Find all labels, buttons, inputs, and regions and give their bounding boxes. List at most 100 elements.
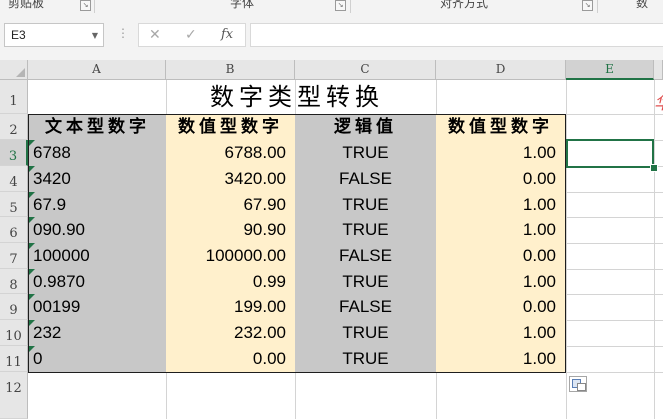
cell-logic-value[interactable]: TRUE bbox=[295, 140, 437, 167]
column-header-c[interactable]: C bbox=[295, 60, 436, 80]
cell-text-number[interactable]: 100000 bbox=[28, 243, 167, 270]
ribbon-group-labels: 剪贴板 ↘ 字体 ↘ 对齐方式 ↘ 数 bbox=[0, 0, 663, 14]
cell-numeric-number[interactable]: 232.00 bbox=[166, 320, 296, 347]
error-indicator-icon bbox=[29, 192, 35, 198]
cell-text-number[interactable]: 3420 bbox=[28, 166, 167, 193]
overflow-cell-text: 华 bbox=[654, 89, 663, 114]
row-header-4[interactable]: 4 bbox=[0, 166, 28, 192]
cell-result-number[interactable]: 1.00 bbox=[436, 192, 566, 218]
cell-text-number[interactable]: 6788 bbox=[28, 140, 167, 167]
insert-function-button[interactable]: fx bbox=[221, 27, 233, 42]
cell-text-number[interactable]: 090.90 bbox=[28, 217, 167, 244]
paste-options-icon[interactable] bbox=[569, 376, 587, 392]
sheet-title[interactable]: 数字类型转换 bbox=[28, 80, 566, 114]
formula-input[interactable] bbox=[250, 23, 663, 47]
cell-value: 090.90 bbox=[33, 220, 85, 239]
cell-logic-value[interactable]: FALSE bbox=[295, 243, 437, 270]
select-all-button[interactable] bbox=[0, 60, 28, 80]
chevron-down-icon[interactable]: ▼ bbox=[92, 31, 98, 40]
cell-text-number[interactable]: 0 bbox=[28, 346, 167, 373]
formula-actions: ✕ ✓ fx bbox=[138, 23, 246, 47]
gridline bbox=[566, 243, 663, 244]
row-header-2[interactable]: 2 bbox=[0, 114, 28, 140]
cell-text-number[interactable]: 232 bbox=[28, 320, 167, 347]
header-numeric-number[interactable]: 数值型数字 bbox=[166, 114, 296, 141]
cell-logic-value[interactable]: FALSE bbox=[295, 166, 437, 193]
gridline bbox=[566, 294, 663, 295]
cell-result-number[interactable]: 0.00 bbox=[436, 243, 566, 270]
cell-result-number[interactable]: 1.00 bbox=[436, 346, 566, 373]
cell-logic-value[interactable]: TRUE bbox=[295, 320, 437, 347]
gridline bbox=[566, 320, 663, 321]
cell-value: 232 bbox=[33, 323, 62, 342]
cell-result-number[interactable]: 0.00 bbox=[436, 166, 566, 193]
error-indicator-icon bbox=[29, 320, 35, 326]
row-header-9[interactable]: 9 bbox=[0, 294, 28, 320]
active-cell-selection[interactable] bbox=[566, 139, 654, 168]
error-indicator-icon bbox=[29, 269, 35, 275]
cell-logic-value[interactable]: TRUE bbox=[295, 192, 437, 218]
cell-numeric-number[interactable]: 90.90 bbox=[166, 217, 296, 244]
name-box[interactable]: E3 ▼ bbox=[4, 23, 104, 47]
cell-numeric-number[interactable]: 0.00 bbox=[166, 346, 296, 373]
cell-numeric-number[interactable]: 6788.00 bbox=[166, 140, 296, 167]
cell-logic-value[interactable]: FALSE bbox=[295, 294, 437, 321]
cell-logic-value[interactable]: TRUE bbox=[295, 346, 437, 373]
column-header-a[interactable]: A bbox=[28, 60, 166, 80]
cell-result-number[interactable]: 1.00 bbox=[436, 140, 566, 167]
fill-handle[interactable] bbox=[650, 164, 658, 172]
header-result-number[interactable]: 数值型数字 bbox=[436, 114, 566, 141]
column-header-e[interactable]: E bbox=[566, 60, 654, 80]
cell-logic-value[interactable]: TRUE bbox=[295, 217, 437, 244]
gridline bbox=[566, 80, 567, 419]
cell-numeric-number[interactable]: 67.90 bbox=[166, 192, 296, 218]
cell-numeric-number[interactable]: 199.00 bbox=[166, 294, 296, 321]
cell-result-number[interactable]: 0.00 bbox=[436, 294, 566, 321]
worksheet-grid[interactable]: A B C D E 1 2 3 4 5 6 7 8 9 10 11 12 数字类… bbox=[0, 60, 663, 419]
cell-text-number[interactable]: 67.9 bbox=[28, 192, 167, 218]
gridline bbox=[566, 269, 663, 270]
row-header-3[interactable]: 3 bbox=[0, 140, 28, 166]
row-header-5[interactable]: 5 bbox=[0, 192, 28, 217]
column-header-f[interactable] bbox=[654, 60, 663, 80]
cell-numeric-number[interactable]: 100000.00 bbox=[166, 243, 296, 270]
alignment-launcher-icon[interactable]: ↘ bbox=[582, 0, 593, 11]
column-header-d[interactable]: D bbox=[436, 60, 566, 80]
cell-logic-value[interactable]: TRUE bbox=[295, 269, 437, 295]
font-launcher-icon[interactable]: ↘ bbox=[335, 0, 346, 11]
cell-numeric-number[interactable]: 0.99 bbox=[166, 269, 296, 295]
select-all-icon bbox=[16, 68, 25, 77]
cell-numeric-number[interactable]: 3420.00 bbox=[166, 166, 296, 193]
row-header-12[interactable]: 12 bbox=[0, 372, 28, 419]
formula-bar: E3 ▼ ⋮ ✕ ✓ fx bbox=[0, 13, 663, 60]
row-header-8[interactable]: 8 bbox=[0, 269, 28, 294]
more-options-icon[interactable]: ⋮ bbox=[117, 27, 129, 39]
gridline bbox=[566, 192, 663, 193]
cell-result-number[interactable]: 1.00 bbox=[436, 269, 566, 295]
cell-text-number[interactable]: 00199 bbox=[28, 294, 167, 321]
cell-result-number[interactable]: 1.00 bbox=[436, 320, 566, 347]
gridline bbox=[566, 217, 663, 218]
row-header-10[interactable]: 10 bbox=[0, 320, 28, 346]
ribbon-group-clipboard: 剪贴板 bbox=[8, 0, 45, 10]
row-header-7[interactable]: 7 bbox=[0, 243, 28, 269]
check-icon[interactable]: ✓ bbox=[185, 27, 197, 43]
cell-value: 3420 bbox=[33, 169, 71, 188]
gridline bbox=[654, 80, 655, 419]
error-indicator-icon bbox=[29, 294, 35, 300]
gridline bbox=[566, 346, 663, 347]
clipboard-launcher-icon[interactable]: ↘ bbox=[80, 0, 91, 11]
row-header-11[interactable]: 11 bbox=[0, 346, 28, 372]
cell-value: 100000 bbox=[33, 246, 90, 265]
cell-text-number[interactable]: 0.9870 bbox=[28, 269, 167, 295]
header-text-number[interactable]: 文本型数字 bbox=[28, 114, 167, 141]
header-logic-value[interactable]: 逻辑值 bbox=[295, 114, 437, 141]
cell-result-number[interactable]: 1.00 bbox=[436, 217, 566, 244]
error-indicator-icon bbox=[29, 140, 35, 146]
cell-value: 00199 bbox=[33, 297, 81, 316]
name-box-value: E3 bbox=[11, 28, 26, 42]
row-header-1[interactable]: 1 bbox=[0, 80, 28, 114]
close-icon[interactable]: ✕ bbox=[149, 27, 161, 43]
column-header-b[interactable]: B bbox=[166, 60, 295, 80]
row-header-6[interactable]: 6 bbox=[0, 217, 28, 243]
